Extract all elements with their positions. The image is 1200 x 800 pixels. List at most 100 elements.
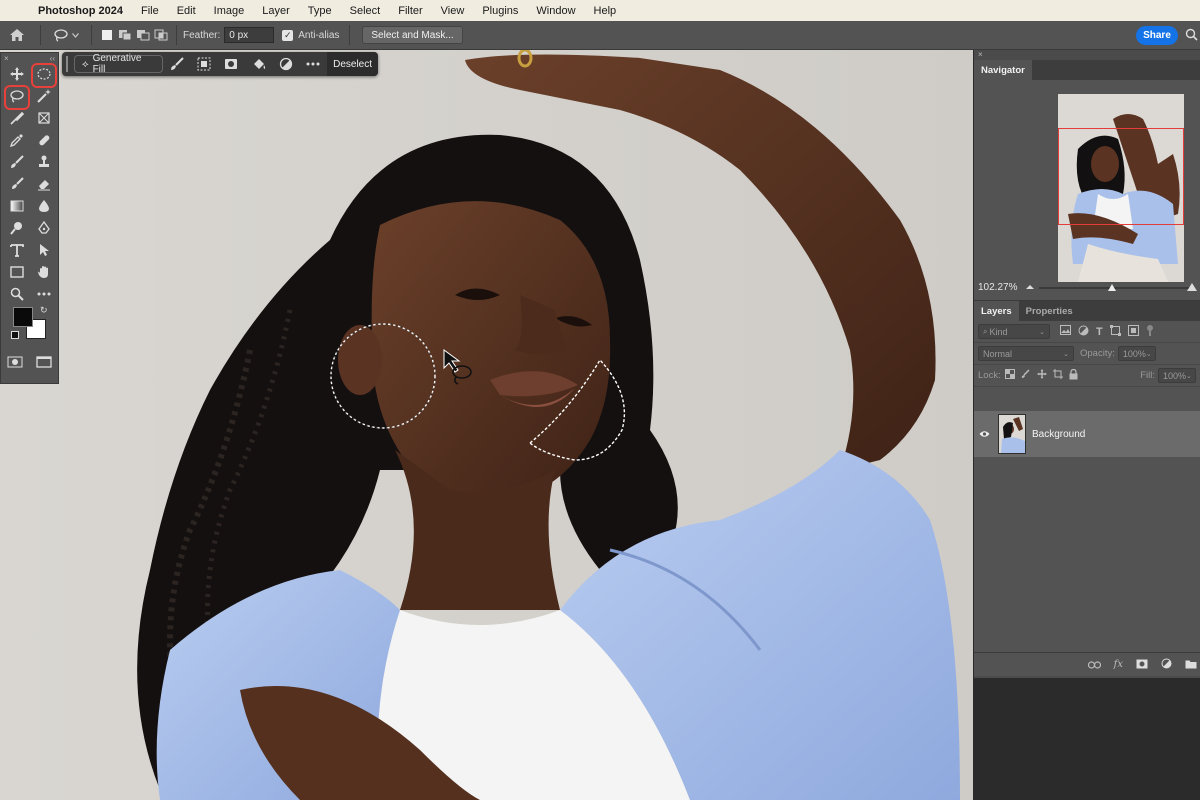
- zoom-in-icon[interactable]: [1186, 282, 1198, 295]
- close-icon[interactable]: ×: [974, 50, 1200, 60]
- adjustment-filter-icon[interactable]: [1078, 325, 1089, 339]
- menu-type[interactable]: Type: [299, 5, 341, 17]
- close-icon[interactable]: ×: [4, 54, 9, 63]
- layer-row[interactable]: Background: [974, 411, 1200, 457]
- anti-alias-checkbox[interactable]: ✓: [282, 29, 294, 41]
- foreground-color-swatch[interactable]: [13, 307, 33, 327]
- clone-stamp-tool[interactable]: [30, 151, 57, 173]
- adjustment-layer-button[interactable]: [272, 57, 299, 71]
- sparkle-icon: ⟡: [81, 58, 89, 70]
- menu-select[interactable]: Select: [341, 5, 390, 17]
- modify-selection-button[interactable]: [163, 57, 190, 71]
- pen-tool[interactable]: [30, 217, 57, 239]
- default-colors-icon[interactable]: [11, 331, 19, 339]
- shape-filter-icon[interactable]: [1109, 324, 1121, 339]
- eraser-tool[interactable]: [30, 173, 57, 195]
- swap-colors-icon[interactable]: ↻: [40, 305, 48, 316]
- lasso-preset-picker[interactable]: [53, 28, 79, 42]
- menu-image[interactable]: Image: [205, 5, 254, 17]
- blur-tool[interactable]: [30, 195, 57, 217]
- opacity-input[interactable]: 100% ⌄: [1117, 346, 1156, 361]
- fx-icon[interactable]: fx: [1114, 659, 1123, 670]
- menu-view[interactable]: View: [432, 5, 474, 17]
- zoom-tool[interactable]: [3, 283, 30, 305]
- pixel-filter-icon[interactable]: [1060, 325, 1071, 338]
- deselect-button[interactable]: Deselect: [327, 52, 378, 76]
- blend-mode-select[interactable]: Normal ⌄: [978, 346, 1074, 361]
- lock-pixels-icon[interactable]: [1021, 369, 1031, 382]
- lock-all-icon[interactable]: [1069, 368, 1078, 383]
- subtract-from-selection-button[interactable]: [136, 28, 150, 42]
- filter-kind-select[interactable]: ⌕ Kind ⌄: [978, 324, 1050, 339]
- type-filter-icon[interactable]: T: [1096, 326, 1103, 338]
- screen-mode-icon[interactable]: [36, 355, 52, 371]
- elliptical-marquee-tool[interactable]: [30, 63, 57, 88]
- lock-artboard-icon[interactable]: [1052, 369, 1063, 382]
- quick-mask-icon[interactable]: [7, 356, 23, 371]
- select-and-mask-button[interactable]: Select and Mask...: [362, 26, 463, 44]
- type-tool[interactable]: [3, 239, 30, 261]
- menu-file[interactable]: File: [132, 5, 168, 17]
- gradient-tool[interactable]: [3, 195, 30, 217]
- add-mask-icon[interactable]: [1136, 658, 1148, 672]
- collapse-icon[interactable]: ‹‹: [50, 54, 55, 63]
- hand-tool[interactable]: [30, 261, 57, 283]
- more-options-button[interactable]: [300, 62, 327, 66]
- create-mask-button[interactable]: [218, 58, 245, 70]
- path-selection-tool[interactable]: [30, 239, 57, 261]
- filter-toggle-icon[interactable]: [1146, 324, 1154, 339]
- tab-properties[interactable]: Properties: [1019, 301, 1080, 321]
- brush-tool[interactable]: [3, 151, 30, 173]
- drag-handle[interactable]: [66, 56, 70, 72]
- type-icon: [9, 244, 24, 257]
- feather-input[interactable]: [224, 27, 275, 43]
- layers-footer: fx: [974, 652, 1200, 676]
- link-layers-icon[interactable]: [1087, 658, 1101, 672]
- blend-mode-value: Normal: [983, 348, 1013, 359]
- invert-selection-button[interactable]: [191, 57, 218, 71]
- fill-input[interactable]: 100% ⌄: [1158, 368, 1196, 383]
- document-canvas[interactable]: [0, 50, 974, 800]
- history-brush-tool[interactable]: [3, 173, 30, 195]
- app-menu[interactable]: Photoshop 2024: [34, 5, 132, 17]
- dodge-icon: [9, 222, 22, 235]
- menu-help[interactable]: Help: [585, 5, 626, 17]
- visibility-eye-icon[interactable]: [974, 430, 994, 438]
- zoom-out-icon[interactable]: [1025, 283, 1035, 294]
- zoom-value[interactable]: 102.27%: [978, 282, 1017, 293]
- tab-navigator[interactable]: Navigator: [974, 60, 1032, 80]
- lock-transparent-icon[interactable]: [1004, 369, 1015, 382]
- lock-position-icon[interactable]: [1036, 369, 1047, 382]
- menu-window[interactable]: Window: [527, 5, 584, 17]
- lasso-tool[interactable]: [3, 85, 30, 110]
- rectangle-tool[interactable]: [3, 261, 30, 283]
- dodge-tool[interactable]: [3, 217, 30, 239]
- adjustment-layer-icon[interactable]: [1161, 658, 1172, 672]
- menu-layer[interactable]: Layer: [253, 5, 299, 17]
- zoom-slider-thumb[interactable]: [1107, 283, 1117, 295]
- menu-plugins[interactable]: Plugins: [473, 5, 527, 17]
- magic-wand-tool[interactable]: [30, 85, 57, 107]
- tab-layers[interactable]: Layers: [974, 301, 1019, 321]
- fill-selection-button[interactable]: [245, 57, 272, 71]
- navigator-view-box[interactable]: [1058, 128, 1184, 225]
- move-tool[interactable]: [3, 63, 30, 85]
- share-button[interactable]: Share: [1136, 26, 1178, 45]
- layer-name[interactable]: Background: [1032, 429, 1085, 440]
- pen-line-tool[interactable]: [3, 107, 30, 129]
- new-selection-button[interactable]: [100, 28, 114, 42]
- zoom-slider[interactable]: [1025, 282, 1198, 295]
- add-to-selection-button[interactable]: [118, 28, 132, 42]
- frame-tool[interactable]: [30, 107, 57, 129]
- home-button[interactable]: [0, 28, 34, 42]
- smart-object-filter-icon[interactable]: [1127, 324, 1139, 339]
- search-icon[interactable]: [1185, 28, 1198, 44]
- intersect-selection-button[interactable]: [154, 28, 168, 42]
- generative-fill-button[interactable]: ⟡ Generative Fill: [73, 53, 164, 75]
- menu-edit[interactable]: Edit: [168, 5, 205, 17]
- new-group-icon[interactable]: [1185, 658, 1197, 672]
- more-tools[interactable]: [30, 283, 57, 305]
- healing-brush-tool[interactable]: [30, 129, 57, 151]
- menu-filter[interactable]: Filter: [389, 5, 431, 17]
- eyedropper-tool[interactable]: [3, 129, 30, 151]
